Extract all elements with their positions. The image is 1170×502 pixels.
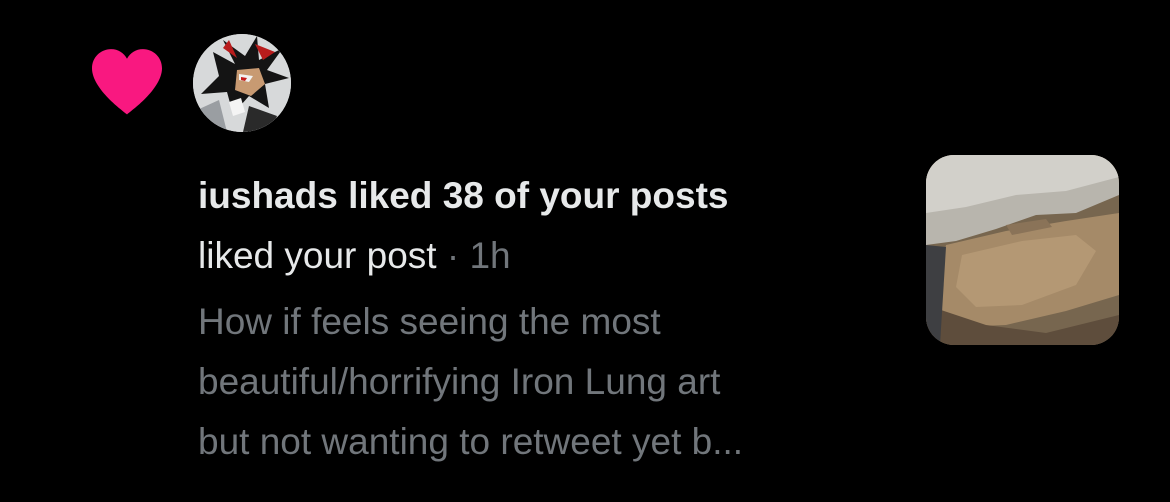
notification-timestamp[interactable]: 1h	[469, 235, 510, 276]
meta-separator: ·	[446, 235, 460, 276]
excerpt-line: beautiful/horrifying Iron Lung art	[198, 361, 721, 402]
excerpt-line: but not wanting to retweet yet b...	[198, 421, 744, 462]
notification-title: iushads liked 38 of your posts	[198, 175, 729, 216]
notification-meta: liked your post · 1h	[198, 233, 511, 279]
thumbnail-image	[926, 155, 1119, 345]
heart-icon	[92, 49, 162, 115]
post-excerpt: How if feels seeing the most beautiful/h…	[198, 292, 898, 472]
like-notification[interactable]: iushads liked 38 of your posts liked you…	[0, 0, 1170, 502]
notification-action: liked your post	[198, 235, 437, 276]
avatar[interactable]	[193, 34, 291, 132]
post-media-thumbnail[interactable]	[926, 155, 1119, 345]
avatar-image	[193, 34, 291, 132]
excerpt-line: How if feels seeing the most	[198, 301, 661, 342]
